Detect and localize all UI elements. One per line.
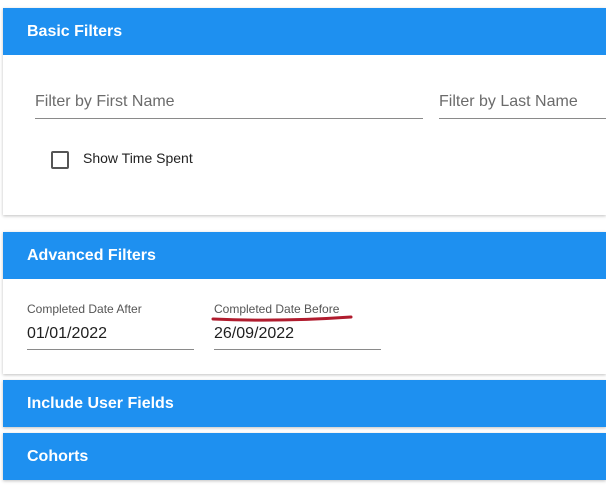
advanced-filters-header[interactable]: Advanced Filters xyxy=(3,232,606,279)
advanced-filters-panel: Advanced Filters Completed Date After 01… xyxy=(3,232,606,374)
include-user-fields-panel: Include User Fields xyxy=(3,380,606,427)
first-name-placeholder: Filter by First Name xyxy=(35,93,175,110)
last-name-filter-input[interactable]: Filter by Last Name xyxy=(439,93,606,119)
include-user-fields-header[interactable]: Include User Fields xyxy=(3,380,606,427)
completed-date-after-label: Completed Date After xyxy=(27,302,142,316)
last-name-placeholder: Filter by Last Name xyxy=(439,93,578,110)
red-underline-annotation xyxy=(211,315,353,322)
basic-filters-header[interactable]: Basic Filters xyxy=(3,8,606,55)
cohorts-panel: Cohorts xyxy=(3,433,606,480)
show-time-spent-checkbox[interactable] xyxy=(51,151,69,169)
first-name-filter-input[interactable]: Filter by First Name xyxy=(35,93,423,119)
completed-date-after-field[interactable]: Completed Date After 01/01/2022 xyxy=(27,302,194,350)
completed-date-after-value: 01/01/2022 xyxy=(27,325,108,342)
completed-date-before-value: 26/09/2022 xyxy=(214,325,295,342)
show-time-spent-label[interactable]: Show Time Spent xyxy=(83,150,193,166)
basic-filters-panel: Basic Filters Filter by First Name Filte… xyxy=(3,8,606,215)
completed-date-before-field[interactable]: Completed Date Before 26/09/2022 xyxy=(214,302,381,350)
cohorts-header[interactable]: Cohorts xyxy=(3,433,606,480)
